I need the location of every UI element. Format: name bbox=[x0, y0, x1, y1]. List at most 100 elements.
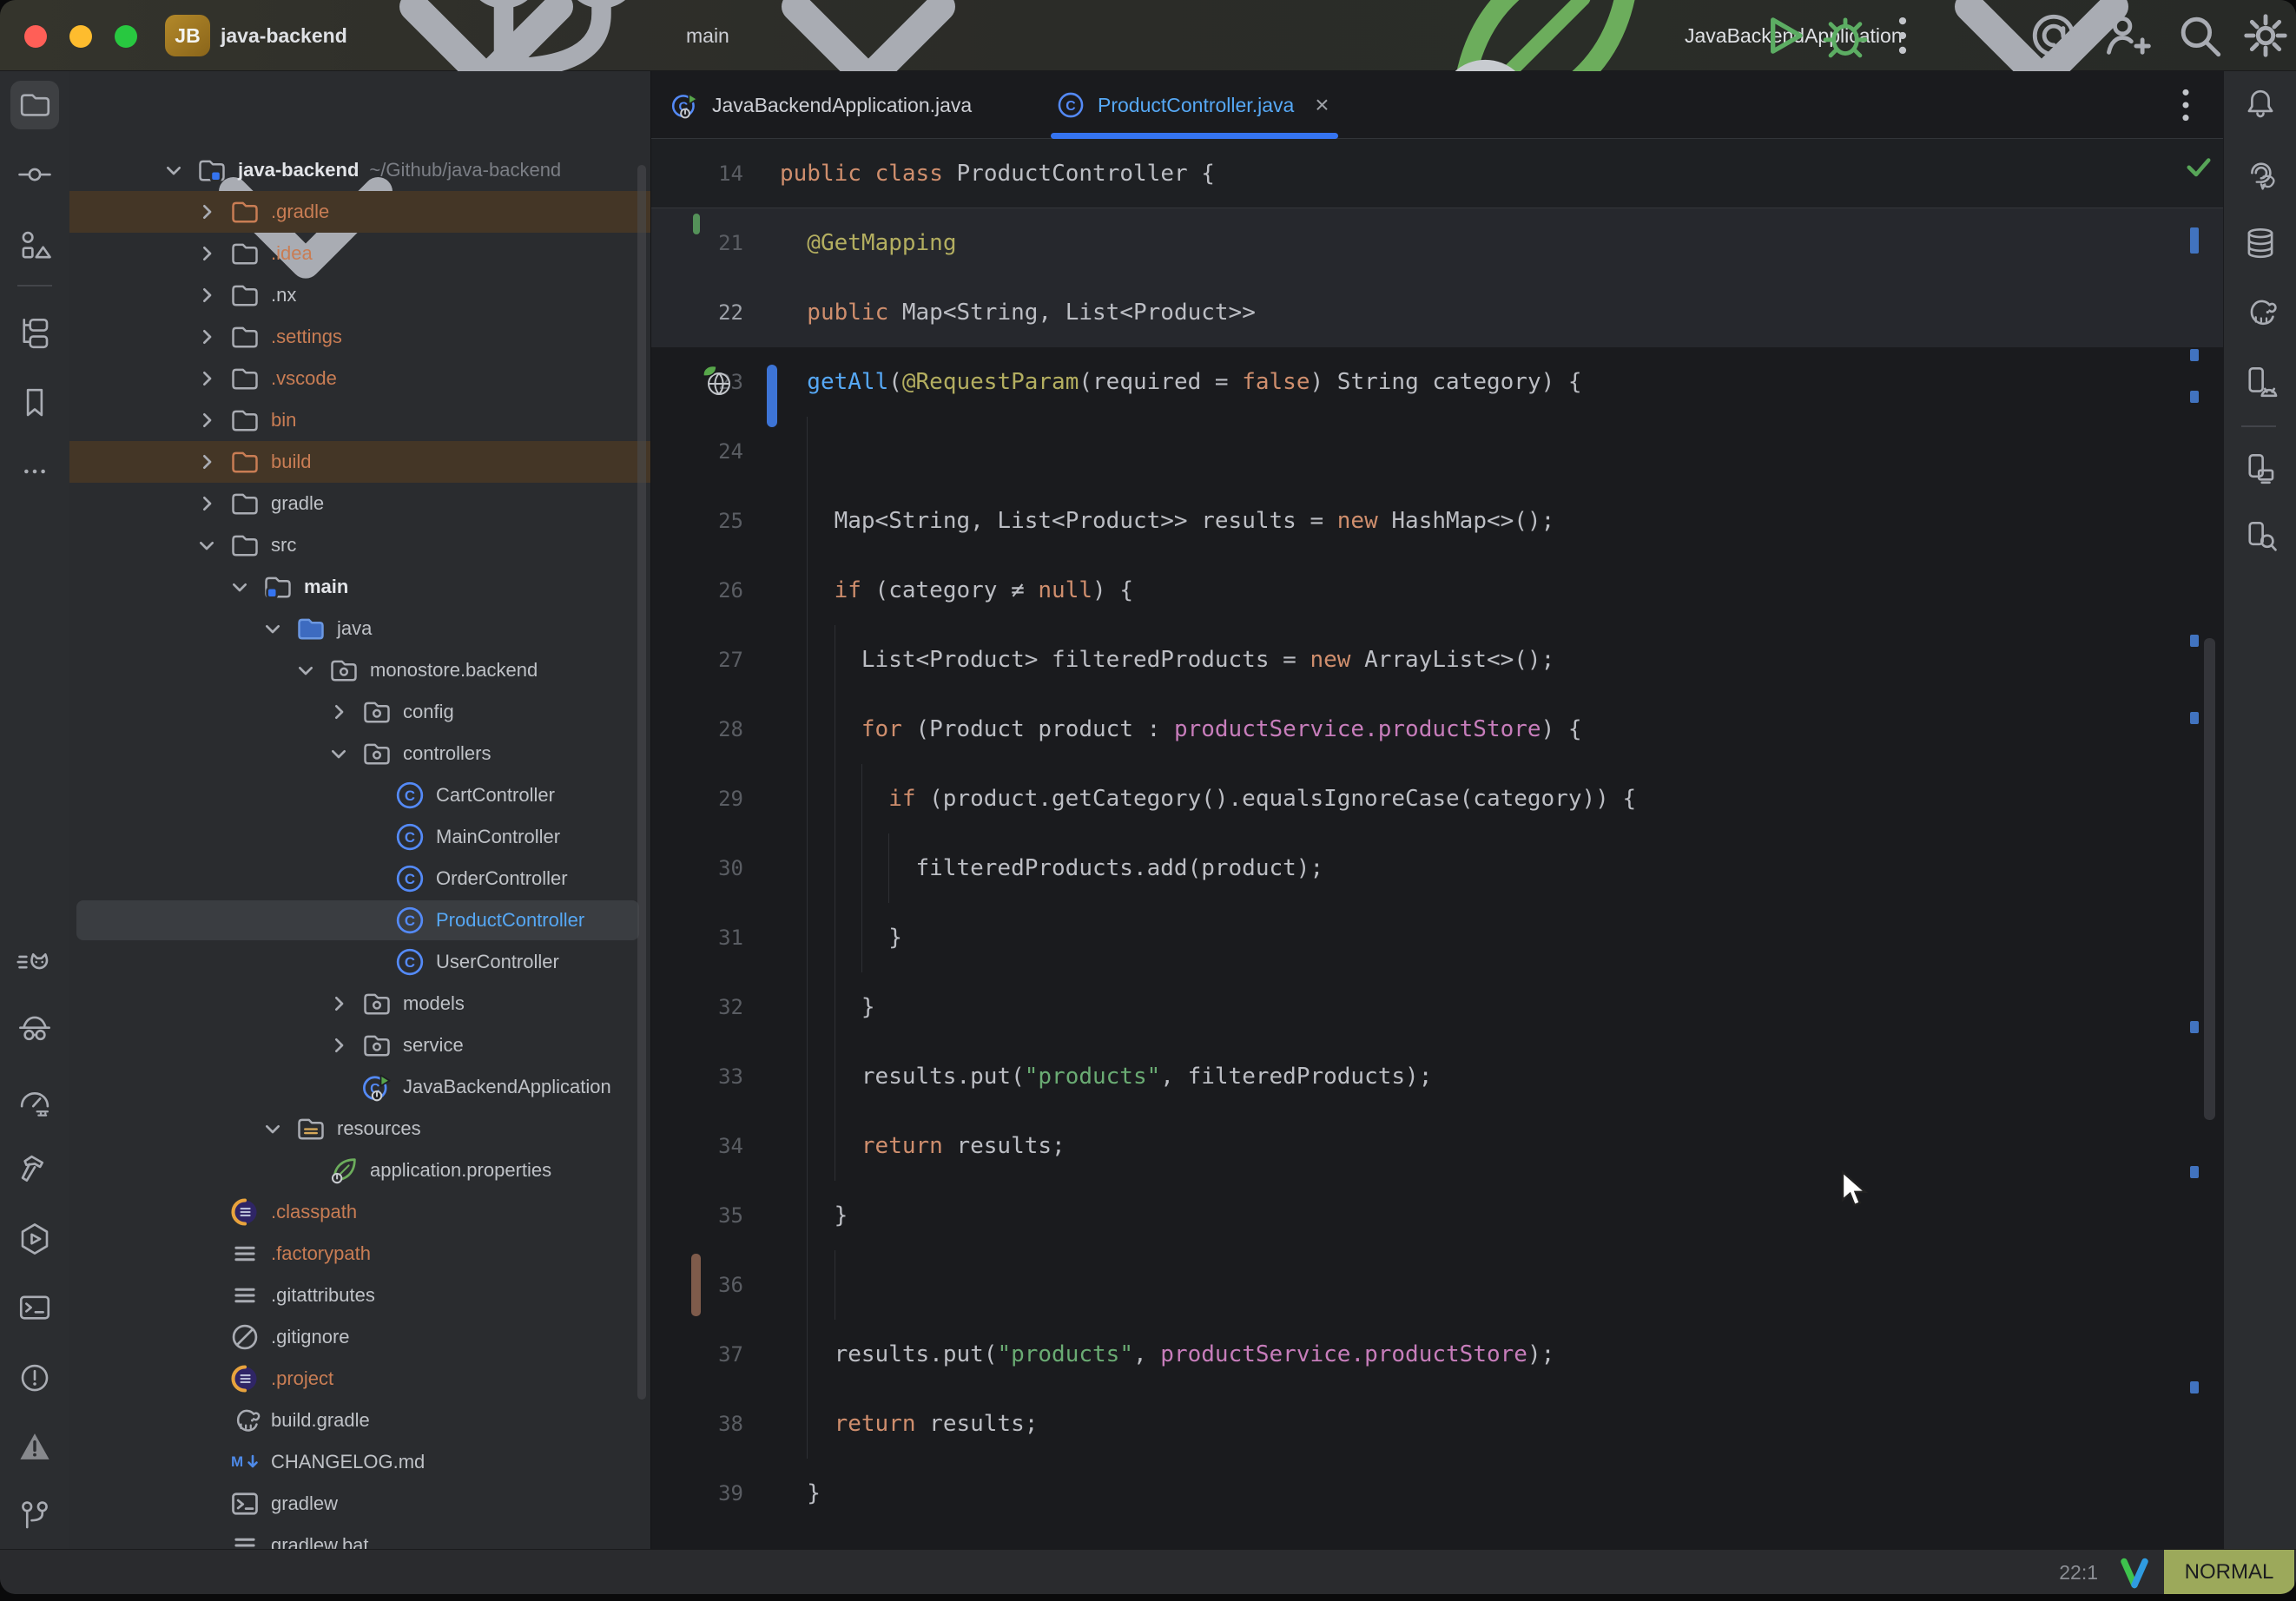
device-explorer-tool-button[interactable] bbox=[2236, 445, 2285, 493]
chevron-down-icon[interactable] bbox=[163, 160, 184, 181]
chevron-right-icon[interactable] bbox=[196, 326, 217, 347]
code-line-39[interactable]: 39} bbox=[651, 1459, 2223, 1528]
tree-scrollbar[interactable] bbox=[637, 165, 646, 1400]
tree-item-java[interactable]: java bbox=[69, 608, 651, 649]
more-run-actions-button[interactable] bbox=[1877, 10, 1928, 61]
code-line-14[interactable]: 14public class ProductController { bbox=[651, 139, 2223, 208]
tab-javabackendapplication[interactable]: C JavaBackendApplication.java bbox=[670, 71, 972, 139]
tree-item-OrderController[interactable]: COrderController bbox=[69, 858, 651, 899]
tree-item-controllers[interactable]: controllers bbox=[69, 733, 651, 774]
code-line-34[interactable]: 34return results; bbox=[651, 1111, 2223, 1181]
tree-item-.classpath[interactable]: .classpath bbox=[69, 1191, 651, 1233]
chevron-down-icon[interactable] bbox=[196, 535, 217, 556]
tree-item-config[interactable]: config bbox=[69, 691, 651, 733]
code-line-22[interactable]: 22public Map<String, List<Product>> bbox=[651, 278, 2223, 347]
chevron-right-icon[interactable] bbox=[196, 451, 217, 472]
tree-item-CartController[interactable]: CCartController bbox=[69, 774, 651, 816]
code-line-23[interactable]: 23getAll(@RequestParam(required = false)… bbox=[651, 347, 2223, 417]
version-control-tool-button[interactable] bbox=[10, 1491, 59, 1539]
tree-item-.nx[interactable]: .nx bbox=[69, 274, 651, 316]
tree-item-gradle[interactable]: gradle bbox=[69, 483, 651, 524]
code-area[interactable]: 21@GetMapping22public Map<String, List<P… bbox=[651, 208, 2223, 1530]
code-line-33[interactable]: 33results.put("products", filteredProduc… bbox=[651, 1042, 2223, 1111]
maximize-window-button[interactable] bbox=[115, 25, 137, 48]
caret-position[interactable]: 22:1 bbox=[2023, 1550, 2098, 1594]
code-with-me-button[interactable] bbox=[2101, 10, 2152, 61]
debug-button[interactable] bbox=[1820, 10, 1870, 61]
chevron-down-icon[interactable] bbox=[328, 743, 349, 764]
tree-item-.gitignore[interactable]: .gitignore bbox=[69, 1316, 651, 1358]
error-stripe-mark[interactable] bbox=[2190, 349, 2199, 361]
code-line-29[interactable]: 29if (product.getCategory().equalsIgnore… bbox=[651, 764, 2223, 833]
error-stripe-mark[interactable] bbox=[2190, 1021, 2199, 1033]
editor-scrollbar[interactable] bbox=[2204, 638, 2215, 1120]
notifications-tool-button[interactable] bbox=[2236, 80, 2285, 128]
chevron-right-icon[interactable] bbox=[196, 201, 217, 222]
tree-item-models[interactable]: models bbox=[69, 983, 651, 1025]
ai-assistant-button[interactable] bbox=[2029, 10, 2079, 61]
tree-item-JavaBackendApplication[interactable]: CJavaBackendApplication bbox=[69, 1066, 651, 1108]
settings-button[interactable] bbox=[2240, 10, 2291, 61]
more-tool-windows-tool-button[interactable] bbox=[10, 447, 59, 496]
problems-tool-button[interactable] bbox=[10, 1354, 59, 1402]
chevron-down-icon[interactable] bbox=[262, 1118, 283, 1139]
tree-item-resources[interactable]: resources bbox=[69, 1108, 651, 1150]
code-line-32[interactable]: 32} bbox=[651, 972, 2223, 1042]
chevron-right-icon[interactable] bbox=[328, 1035, 349, 1056]
code-line-21[interactable]: 21@GetMapping bbox=[651, 208, 2223, 278]
code-line-28[interactable]: 28for (Product product : productService.… bbox=[651, 695, 2223, 764]
services-tool-button[interactable] bbox=[10, 1215, 59, 1263]
tree-item-gradlew.bat[interactable]: gradlew.bat bbox=[69, 1525, 651, 1549]
chevron-right-icon[interactable] bbox=[196, 493, 217, 514]
ai-assistant-tool-button[interactable] bbox=[2236, 149, 2285, 198]
build-tool-button[interactable] bbox=[10, 1145, 59, 1194]
chevron-right-icon[interactable] bbox=[196, 368, 217, 389]
profiler-tool-button[interactable] bbox=[10, 1077, 59, 1125]
run-button[interactable] bbox=[1759, 10, 1810, 61]
tab-productcontroller[interactable]: C ProductController.java × bbox=[1056, 71, 1329, 139]
tree-item-.factorypath[interactable]: .factorypath bbox=[69, 1233, 651, 1275]
app-inspection-tool-button[interactable] bbox=[2236, 512, 2285, 561]
incognito-tool-button[interactable] bbox=[10, 1005, 59, 1053]
code-line-24[interactable]: 24 bbox=[651, 417, 2223, 486]
tree-item-gradlew[interactable]: gradlew bbox=[69, 1483, 651, 1525]
error-stripe-mark[interactable] bbox=[2190, 1381, 2199, 1393]
code-line-36[interactable]: 36 bbox=[651, 1250, 2223, 1320]
code-line-31[interactable]: 31} bbox=[651, 903, 2223, 972]
tree-item-bin[interactable]: bin bbox=[69, 399, 651, 441]
code-line-30[interactable]: 30filteredProducts.add(product); bbox=[651, 833, 2223, 903]
running-devices-tool-button[interactable] bbox=[2236, 358, 2285, 406]
commit-tool-button[interactable] bbox=[10, 150, 59, 199]
code-line-27[interactable]: 27List<Product> filteredProducts = new A… bbox=[651, 625, 2223, 695]
chevron-down-icon[interactable] bbox=[295, 660, 316, 681]
chevron-right-icon[interactable] bbox=[196, 285, 217, 306]
tree-item-.vscode[interactable]: .vscode bbox=[69, 358, 651, 399]
chevron-down-icon[interactable] bbox=[262, 618, 283, 639]
code-line-37[interactable]: 37results.put("products", productService… bbox=[651, 1320, 2223, 1389]
tree-item-build[interactable]: build bbox=[69, 441, 651, 483]
tree-item-MainController[interactable]: CMainController bbox=[69, 816, 651, 858]
error-stripe-mark[interactable] bbox=[2190, 391, 2199, 403]
gradle-tool-button[interactable] bbox=[2236, 288, 2285, 337]
minimize-window-button[interactable] bbox=[69, 25, 92, 48]
chevron-down-icon[interactable] bbox=[229, 576, 250, 597]
tree-item-UserController[interactable]: CUserController bbox=[69, 941, 651, 983]
code-line-35[interactable]: 35} bbox=[651, 1181, 2223, 1250]
warnings-tool-button[interactable] bbox=[10, 1422, 59, 1471]
tree-item-service[interactable]: service bbox=[69, 1025, 651, 1066]
tree-item-application.properties[interactable]: application.properties bbox=[69, 1150, 651, 1191]
tree-item-monostore.backend[interactable]: monostore.backend bbox=[69, 649, 651, 691]
hierarchy-tool-button[interactable] bbox=[10, 309, 59, 358]
error-stripe-mark[interactable] bbox=[2190, 712, 2199, 724]
error-stripe-mark[interactable] bbox=[2190, 635, 2199, 647]
tree-item-.idea[interactable]: .idea bbox=[69, 233, 651, 274]
tree-item-ProductController[interactable]: CProductController bbox=[69, 899, 651, 941]
editor-options-button[interactable] bbox=[2164, 83, 2207, 127]
project-tool-button[interactable] bbox=[10, 81, 59, 129]
tree-item-.gitattributes[interactable]: .gitattributes bbox=[69, 1275, 651, 1316]
search-everywhere-button[interactable] bbox=[2174, 10, 2225, 61]
close-tab-icon[interactable]: × bbox=[1315, 91, 1329, 119]
branch-switcher[interactable]: main bbox=[417, 0, 999, 71]
database-tool-button[interactable] bbox=[2236, 219, 2285, 267]
code-line-26[interactable]: 26if (category ≠ null) { bbox=[651, 556, 2223, 625]
